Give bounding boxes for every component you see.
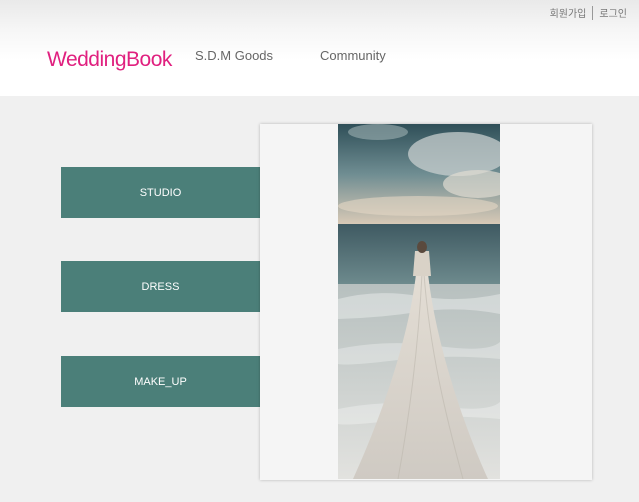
header: 회원가입 로그인 WeddingBook S.D.M Goods Communi…: [0, 0, 639, 96]
makeup-button-label: MAKE_UP: [134, 375, 187, 388]
dress-button[interactable]: DRESS: [61, 261, 260, 312]
dress-button-label: DRESS: [141, 280, 180, 293]
utility-links: 회원가입 로그인: [544, 5, 633, 20]
photo-card: [260, 124, 592, 480]
login-link[interactable]: 로그인: [593, 5, 633, 20]
makeup-button[interactable]: MAKE_UP: [61, 356, 260, 407]
studio-button-label: STUDIO: [139, 186, 182, 199]
main-content: STUDIO DRESS MAKE_UP: [0, 96, 639, 502]
site-logo[interactable]: WeddingBook: [47, 48, 172, 72]
studio-button[interactable]: STUDIO: [61, 167, 260, 218]
signup-link[interactable]: 회원가입: [544, 5, 593, 20]
bride-beach-photo: [338, 124, 500, 479]
nav-community[interactable]: Community: [320, 48, 386, 63]
nav-sdm-goods[interactable]: S.D.M Goods: [195, 48, 273, 63]
